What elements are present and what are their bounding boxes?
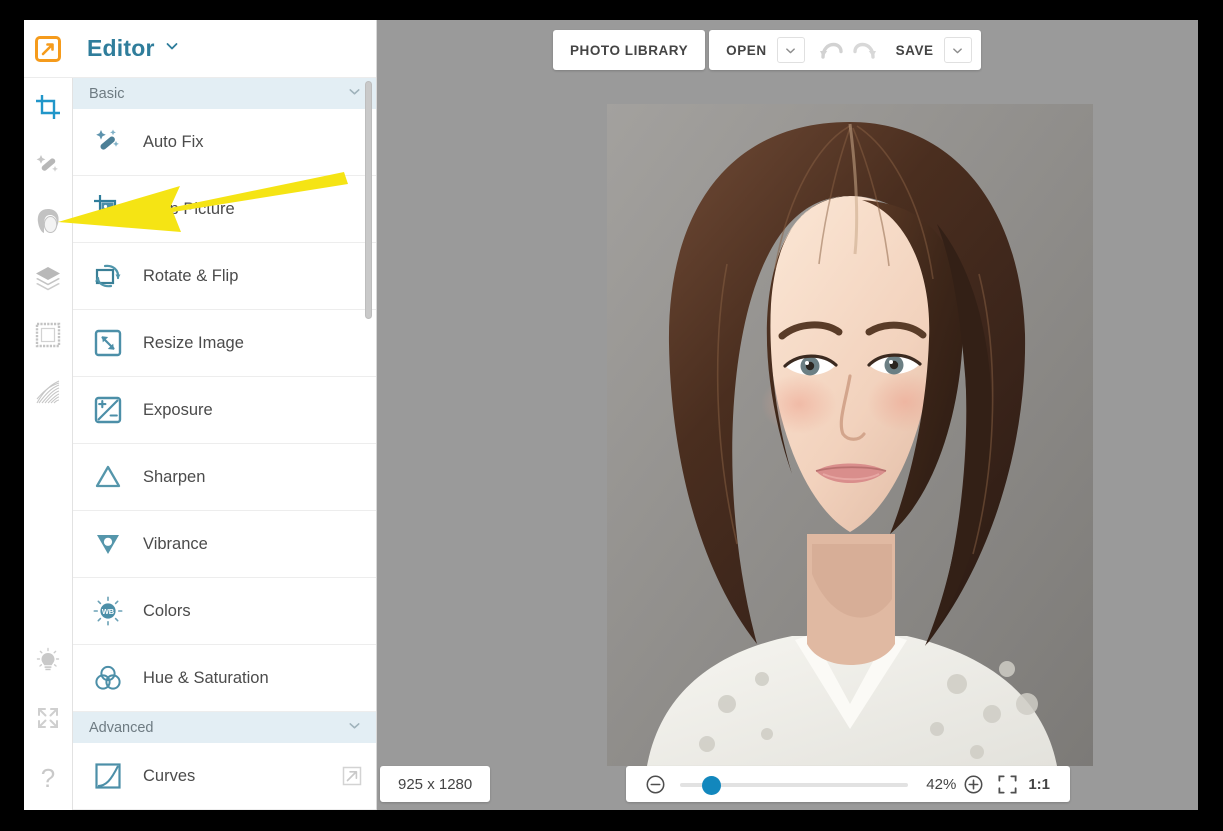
lightbulb-icon	[36, 647, 60, 670]
tool-item-label: Resize Image	[143, 333, 244, 352]
tool-item-resize-image[interactable]: Resize Image	[73, 310, 376, 377]
top-toolbar: PHOTO LIBRARY OPEN SAVE	[553, 30, 981, 70]
undo-button[interactable]	[814, 30, 848, 70]
tool-item-label: Vibrance	[143, 534, 208, 553]
editor-application: ? Editor Basic Auto Fix Crop Picture Rot…	[24, 20, 1198, 810]
svg-text:WB: WB	[102, 607, 114, 616]
page-title: Editor	[87, 35, 155, 61]
redo-button[interactable]	[848, 30, 882, 70]
rail-item-fullscreen[interactable]	[24, 689, 73, 746]
tool-item-auto-fix[interactable]: Auto Fix	[73, 109, 376, 176]
app-logo[interactable]	[24, 20, 73, 78]
sharpen-icon	[91, 460, 125, 494]
tool-item-label: Crop Picture	[143, 199, 235, 218]
fit-to-screen-button[interactable]	[990, 766, 1024, 802]
tool-item-label: Rotate & Flip	[143, 266, 239, 285]
open-dropdown-caret[interactable]	[776, 37, 805, 63]
orange-arrow-logo-icon	[35, 35, 61, 62]
group-label: Advanced	[89, 719, 154, 736]
open-button[interactable]: OPEN	[709, 30, 776, 70]
tool-item-vibrance[interactable]: Vibrance	[73, 511, 376, 578]
chevron-down-icon[interactable]	[347, 84, 362, 103]
tool-item-colors[interactable]: WB Colors	[73, 578, 376, 645]
zoom-percentage: 42%	[926, 775, 957, 793]
editor-canvas: PHOTO LIBRARY OPEN SAVE 925 x 1280 42% 1…	[378, 20, 1198, 810]
editor-tool-panel: Editor Basic Auto Fix Crop Picture Rotat…	[73, 20, 377, 810]
question-mark-icon: ?	[40, 762, 56, 793]
save-button[interactable]: SAVE	[882, 30, 944, 70]
rail-item-crop[interactable]	[24, 78, 73, 135]
dimensions-text: 925 x 1280	[398, 775, 473, 793]
face-portrait-icon	[37, 208, 59, 233]
zoom-out-button[interactable]	[638, 766, 672, 802]
undo-arrow-icon	[819, 42, 843, 59]
rail-item-textures[interactable]	[24, 363, 73, 420]
zoom-slider-handle[interactable]	[702, 776, 721, 795]
group-header-advanced[interactable]: Advanced	[73, 712, 376, 743]
crop-picture-icon	[91, 192, 125, 226]
image-dimensions-display: 925 x 1280	[380, 766, 491, 802]
chevron-down-icon[interactable]	[347, 718, 362, 737]
tool-item-label: Auto Fix	[143, 132, 204, 151]
rail-item-magic-wand[interactable]	[24, 135, 73, 192]
rotate-flip-icon	[91, 259, 125, 293]
tool-item-label: Hue & Saturation	[143, 668, 269, 687]
rail-item-tips[interactable]	[24, 632, 73, 689]
resize-image-icon	[91, 326, 125, 360]
group-header-basic[interactable]: Basic	[73, 78, 376, 109]
photo-content	[607, 104, 1093, 766]
white-balance-icon: WB	[91, 594, 125, 628]
tool-item-label: Curves	[143, 766, 196, 785]
texture-icon	[36, 379, 60, 403]
actual-size-button[interactable]: 1:1	[1024, 776, 1058, 793]
exposure-icon	[91, 393, 125, 427]
premium-arrow-badge-icon[interactable]	[342, 766, 362, 786]
tool-item-label: Colors	[143, 601, 191, 620]
tool-item-label: Exposure	[143, 400, 213, 419]
save-dropdown-caret[interactable]	[943, 37, 972, 63]
vibrance-icon	[91, 527, 125, 561]
magic-wand-icon	[36, 154, 58, 172]
tool-item-sharpen[interactable]: Sharpen	[73, 444, 376, 511]
zoom-out-circle-icon	[646, 775, 664, 793]
tool-item-curves[interactable]: Curves	[73, 743, 376, 810]
redo-arrow-icon	[852, 42, 876, 59]
fit-to-screen-icon	[998, 774, 1017, 794]
expand-arrows-icon	[38, 707, 58, 728]
zoom-in-circle-icon	[964, 775, 983, 793]
chevron-down-icon[interactable]	[164, 38, 180, 59]
rail-item-portrait-retouch[interactable]	[24, 192, 73, 249]
frame-icon	[35, 322, 61, 347]
photo-library-button[interactable]: PHOTO LIBRARY	[553, 30, 705, 70]
zoom-control-bar: 42% 1:1	[626, 766, 1070, 802]
photo-library-group: PHOTO LIBRARY	[553, 30, 706, 70]
screenshot-root: ? Editor Basic Auto Fix Crop Picture Rot…	[0, 0, 1223, 831]
tool-item-hue-saturation[interactable]: Hue & Saturation	[73, 645, 376, 712]
tool-item-rotate-flip[interactable]: Rotate & Flip	[73, 243, 376, 310]
crop-icon	[36, 94, 60, 119]
tool-rail: ?	[24, 20, 73, 810]
tool-item-exposure[interactable]: Exposure	[73, 377, 376, 444]
tool-item-label: Sharpen	[143, 467, 206, 486]
rail-item-help[interactable]: ?	[24, 746, 73, 810]
magic-wand-icon	[91, 125, 125, 159]
panel-header[interactable]: Editor	[73, 20, 376, 78]
curves-icon	[91, 759, 125, 793]
woman-portrait-photo[interactable]	[607, 104, 1093, 766]
zoom-in-button[interactable]	[956, 766, 990, 802]
rail-item-frames[interactable]	[24, 306, 73, 363]
tool-item-crop-picture[interactable]: Crop Picture	[73, 176, 376, 243]
rail-item-layers[interactable]	[24, 249, 73, 306]
layers-icon	[36, 266, 60, 290]
file-actions-group: OPEN SAVE	[709, 30, 981, 70]
zoom-slider[interactable]	[680, 766, 909, 802]
panel-scrollbar-thumb[interactable]	[365, 81, 372, 319]
hue-saturation-icon	[91, 661, 125, 695]
group-label: Basic	[89, 85, 125, 102]
